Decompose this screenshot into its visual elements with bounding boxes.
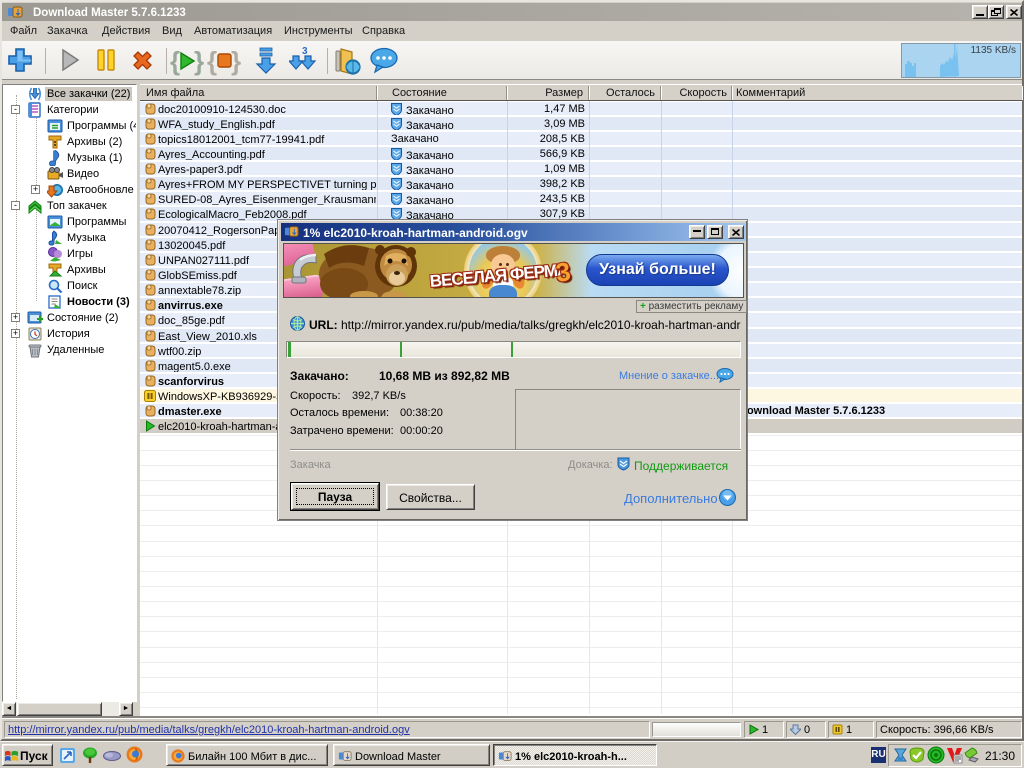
svg-text:}: } (231, 46, 241, 76)
svg-text:}: } (194, 46, 204, 76)
svg-text:3: 3 (302, 46, 308, 57)
svg-text:{: { (207, 46, 217, 76)
svg-text:{: { (170, 46, 180, 76)
